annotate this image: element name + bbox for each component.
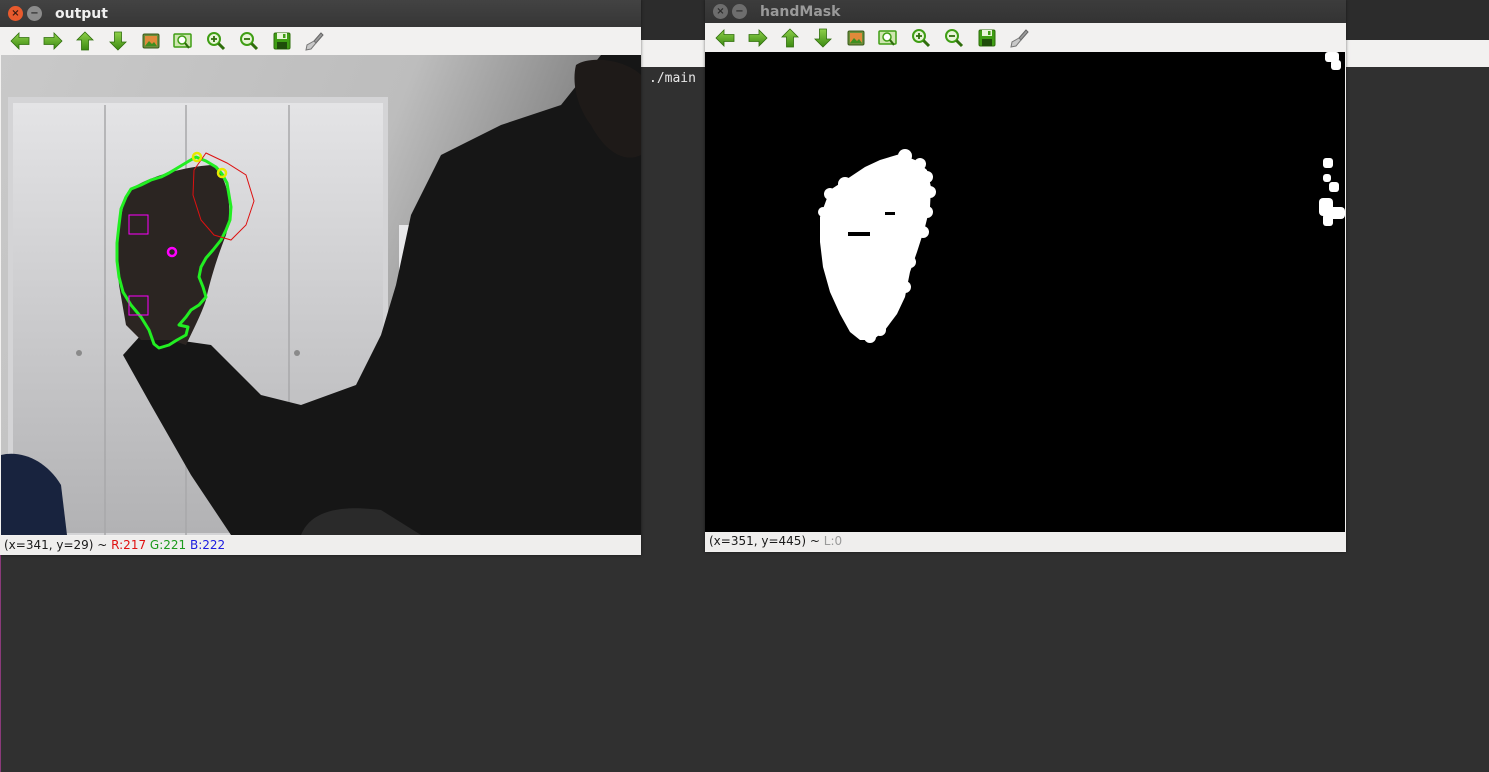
- pan-right-button[interactable]: [41, 29, 65, 53]
- close-icon[interactable]: ×: [8, 6, 23, 21]
- pixel-blue-value: B:222: [190, 538, 226, 552]
- arrow-down-icon: [812, 27, 834, 49]
- arrow-left-icon: [9, 30, 31, 52]
- handmask-window: × − handMask (x=351, y=445) ~ L:0: [705, 0, 1346, 552]
- zoom-out-icon: [238, 30, 260, 52]
- zoom-fit-button[interactable]: [171, 29, 195, 53]
- zoom-in-button[interactable]: [909, 26, 933, 50]
- output-image-canvas[interactable]: [1, 55, 641, 535]
- pan-left-button[interactable]: [713, 26, 737, 50]
- zoom-fit-icon: [172, 30, 194, 52]
- arrow-up-icon: [74, 30, 96, 52]
- zoom-x1-button[interactable]: [139, 29, 163, 53]
- handmask-toolbar: [705, 24, 1346, 52]
- pixel-luminance-value: L:0: [823, 534, 843, 548]
- door-knob: [76, 350, 82, 356]
- output-window: × − output (x=341, y=29) ~ R:217 G:221 B…: [0, 0, 641, 555]
- brush-icon: [1008, 27, 1030, 49]
- pan-right-button[interactable]: [746, 26, 770, 50]
- cursor-coords: (x=341, y=29) ~: [4, 538, 112, 552]
- zoom-out-button[interactable]: [942, 26, 966, 50]
- zoom-in-icon: [205, 30, 227, 52]
- arrow-left-icon: [714, 27, 736, 49]
- image-icon: [140, 30, 162, 52]
- pan-up-button[interactable]: [778, 26, 802, 50]
- save-button[interactable]: [270, 29, 294, 53]
- pan-down-button[interactable]: [811, 26, 835, 50]
- door-knob: [294, 350, 300, 356]
- zoom-out-button[interactable]: [237, 29, 261, 53]
- arrow-right-icon: [42, 30, 64, 52]
- zoom-x1-button[interactable]: [844, 26, 868, 50]
- minimize-icon[interactable]: −: [732, 4, 747, 19]
- zoom-fit-icon: [877, 27, 899, 49]
- properties-button[interactable]: [1007, 26, 1031, 50]
- close-icon[interactable]: ×: [713, 4, 728, 19]
- handmask-titlebar[interactable]: × − handMask: [705, 0, 1346, 23]
- brush-icon: [303, 30, 325, 52]
- zoom-in-icon: [910, 27, 932, 49]
- arrow-right-icon: [747, 27, 769, 49]
- image-icon: [845, 27, 867, 49]
- zoom-fit-button[interactable]: [876, 26, 900, 50]
- arrow-up-icon: [779, 27, 801, 49]
- cursor-coords: (x=351, y=445) ~: [709, 534, 824, 548]
- save-button[interactable]: [975, 26, 999, 50]
- arrow-down-icon: [107, 30, 129, 52]
- binary-mask: [705, 52, 1345, 532]
- handmask-window-title: handMask: [760, 3, 841, 20]
- properties-button[interactable]: [302, 29, 326, 53]
- pan-left-button[interactable]: [8, 29, 32, 53]
- zoom-in-button[interactable]: [204, 29, 228, 53]
- terminal-command-text: ./main: [649, 71, 696, 86]
- handmask-image-canvas[interactable]: [705, 52, 1345, 532]
- save-icon: [271, 30, 293, 52]
- webcam-frame: [1, 55, 641, 535]
- desktop-edge: [0, 555, 1, 772]
- pixel-red-value: R:217: [111, 538, 147, 552]
- output-statusbar: (x=341, y=29) ~ R:217 G:221 B:222: [0, 536, 641, 555]
- zoom-out-icon: [943, 27, 965, 49]
- output-titlebar[interactable]: × − output: [0, 0, 641, 27]
- output-toolbar: [0, 27, 641, 55]
- pixel-green-value: G:221: [149, 538, 187, 552]
- save-icon: [976, 27, 998, 49]
- pan-up-button[interactable]: [73, 29, 97, 53]
- minimize-icon[interactable]: −: [27, 6, 42, 21]
- output-window-title: output: [55, 5, 108, 22]
- pan-down-button[interactable]: [106, 29, 130, 53]
- handmask-statusbar: (x=351, y=445) ~ L:0: [705, 532, 1346, 551]
